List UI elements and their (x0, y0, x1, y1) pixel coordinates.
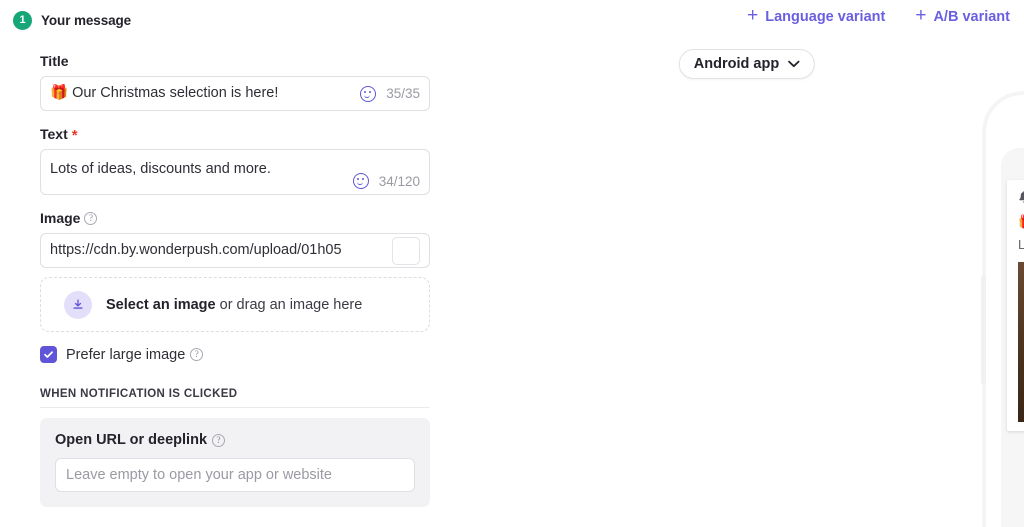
dropzone-rest-text: or drag an image here (215, 296, 363, 313)
help-circle-icon[interactable]: ? (190, 348, 204, 361)
form-body: Title 🎁 Our Christmas selection is here!… (0, 53, 470, 507)
image-label-text: Image (40, 210, 81, 226)
image-url-input[interactable]: https://cdn.by.wonderpush.com/upload/01h… (40, 233, 430, 268)
text-label-text: Text (40, 126, 68, 142)
emoji-smiley-icon[interactable] (352, 173, 369, 189)
checkmark-icon (44, 351, 53, 358)
step-header: 1 Your message (0, 0, 470, 32)
text-input-suffix: 34/120 (352, 173, 420, 189)
emoji-smiley-icon[interactable] (360, 85, 377, 102)
platform-selector[interactable]: Android app (678, 49, 816, 79)
text-input-value: Lots of ideas, discounts and more. (50, 161, 271, 177)
help-circle-icon[interactable]: ? (84, 211, 98, 225)
required-marker: * (71, 126, 78, 144)
open-url-input[interactable]: Leave empty to open your app or website (55, 458, 415, 492)
title-label-text: Title (40, 53, 69, 69)
prefer-large-image-text: Prefer large image (66, 346, 186, 363)
notification-preview-card[interactable]: 20230511 🎁 Our Christmas selection is he… (1007, 180, 1024, 431)
phone-side-button-left (981, 275, 986, 385)
notification-composer-screen: 1 Your message Title 🎁 Our Christmas sel… (0, 0, 1024, 527)
bell-icon (1019, 191, 1024, 203)
notification-meta-row: 20230511 (1018, 191, 1024, 205)
text-input[interactable]: Lots of ideas, discounts and more. 34/12… (40, 149, 430, 195)
dropzone-text: Select an image or drag an image here (106, 297, 362, 313)
add-language-variant-button[interactable]: + Language variant (747, 5, 886, 26)
image-dropzone[interactable]: Select an image or drag an image here (40, 277, 430, 332)
title-char-counter: 35/35 (386, 86, 420, 101)
christmas-scene-art (1018, 261, 1024, 422)
plus-icon: + (747, 5, 759, 26)
upload-icon (64, 290, 92, 319)
plus-icon: + (915, 5, 927, 26)
title-input-value: 🎁 Our Christmas selection is here! (50, 85, 279, 101)
notification-title: 🎁 Our Christmas selection is here! (1018, 214, 1024, 232)
title-field-label: Title (40, 53, 470, 69)
phone-mockup: 20230511 🎁 Our Christmas selection is he… (981, 92, 1024, 527)
open-url-placeholder: Leave empty to open your app or website (66, 467, 332, 483)
help-circle-icon[interactable]: ? (212, 433, 226, 447)
notification-image (1018, 261, 1024, 422)
phone-screen: 20230511 🎁 Our Christmas selection is he… (1001, 148, 1024, 527)
variant-actions: + Language variant + A/B variant (747, 5, 1010, 26)
preview-panel: + Language variant + A/B variant Android… (470, 0, 1024, 527)
open-url-card: Open URL or deeplink ? Leave empty to op… (40, 418, 430, 507)
text-char-counter: 34/120 (378, 173, 420, 189)
prefer-large-image-checkbox[interactable] (40, 346, 57, 363)
image-url-value: https://cdn.by.wonderpush.com/upload/01h… (50, 242, 342, 258)
platform-selector-label: Android app (693, 56, 780, 72)
open-url-label: Open URL or deeplink ? (55, 432, 415, 448)
prefer-large-image-row[interactable]: Prefer large image ? (40, 346, 470, 363)
message-form-panel: 1 Your message Title 🎁 Our Christmas sel… (0, 0, 470, 527)
phone-sensor-row (986, 112, 1024, 134)
image-thumbnail[interactable] (392, 236, 420, 265)
chevron-down-icon (788, 60, 800, 68)
text-field-label: Text * (40, 126, 470, 144)
add-language-variant-label: Language variant (765, 8, 886, 25)
add-ab-variant-button[interactable]: + A/B variant (915, 5, 1010, 26)
select-image-link[interactable]: Select an image (106, 297, 216, 313)
open-url-label-text: Open URL or deeplink (55, 432, 208, 448)
phone-status-bar (1001, 148, 1024, 176)
prefer-large-image-label: Prefer large image ? (66, 346, 204, 363)
image-field-label: Image ? (40, 210, 470, 226)
title-input[interactable]: 🎁 Our Christmas selection is here! 35/35 (40, 76, 430, 111)
when-notification-clicked-section-title: WHEN NOTIFICATION IS CLICKED (40, 388, 430, 408)
notification-body: Lots of ideas, discounts and more. (1018, 236, 1024, 252)
step-number-badge: 1 (13, 10, 32, 30)
page-title: Your message (41, 12, 132, 28)
title-input-suffix: 35/35 (360, 85, 420, 102)
add-ab-variant-label: A/B variant (933, 8, 1010, 25)
